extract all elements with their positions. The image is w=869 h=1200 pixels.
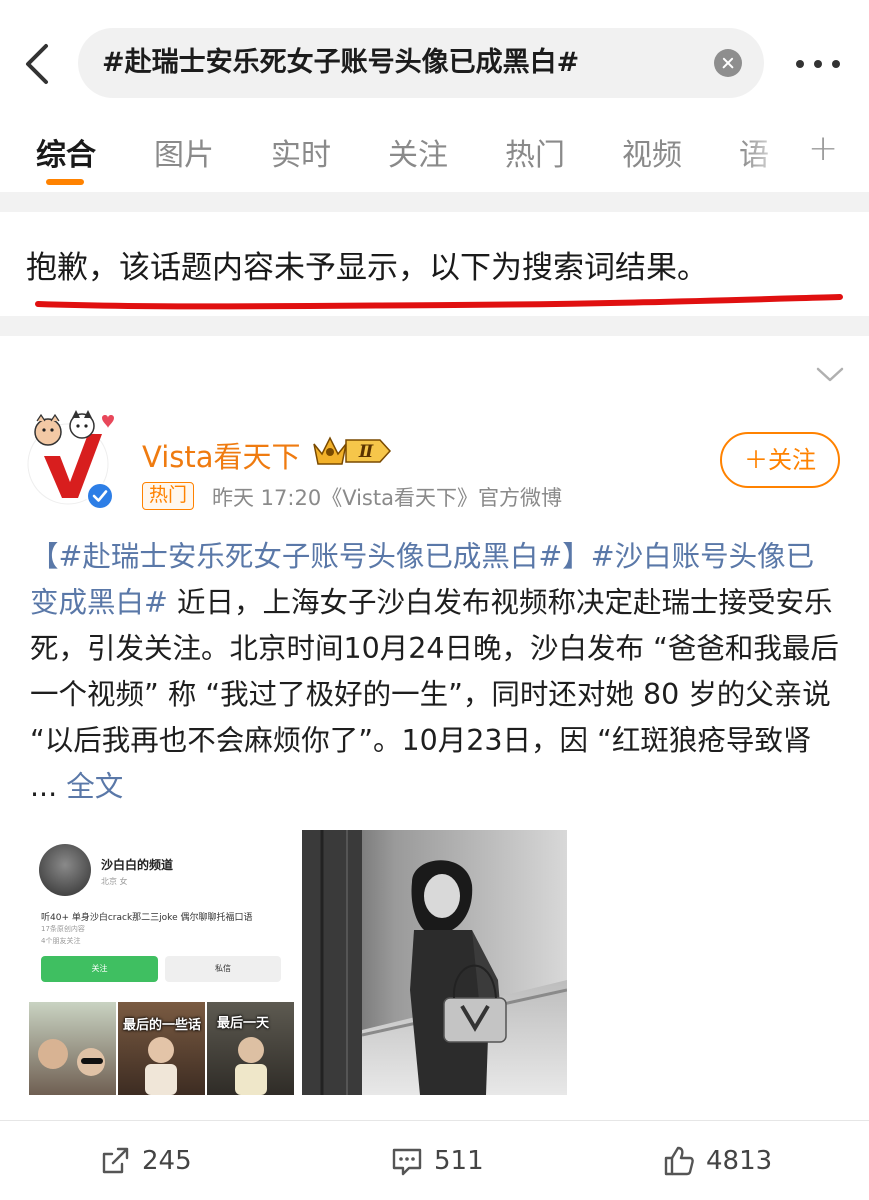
tab-realtime[interactable]: 实时 <box>271 130 331 174</box>
repost-count: 245 <box>142 1146 192 1176</box>
post-action-bar: 245 511 4813 <box>0 1120 869 1200</box>
back-arrow-icon[interactable] <box>18 40 58 88</box>
tab-comprehensive[interactable]: 综合 <box>36 130 96 174</box>
section-divider <box>0 316 869 336</box>
repost-action[interactable]: 245 <box>98 1141 192 1181</box>
tab-following[interactable]: 关注 <box>388 130 448 174</box>
more-options-icon[interactable] <box>794 52 842 76</box>
profile-location: 北京 女 <box>101 877 128 886</box>
expand-full-text-link[interactable]: 全文 <box>66 770 123 803</box>
like-action[interactable]: 4813 <box>662 1141 772 1181</box>
tab-video[interactable]: 视频 <box>622 130 682 174</box>
weibo-post: Vista看天下 Ⅱ 热门 昨天 17:20《Vista看天下》官方微博 ＋关注… <box>0 336 869 1200</box>
tab-bar: 综合 图片 实时 关注 热门 视频 语 + <box>0 120 869 192</box>
follow-button[interactable]: ＋关注 <box>720 432 840 488</box>
thumbnail-label: 最后的一些话 <box>123 1018 202 1033</box>
like-count: 4813 <box>706 1146 773 1176</box>
hot-badge: 热门 <box>142 482 195 510</box>
author-name[interactable]: Vista看天下 <box>142 434 301 476</box>
comment-count: 511 <box>434 1146 484 1176</box>
hashtag-link[interactable]: 【#赴瑞士安乐死女子账号头像已成黑白#】 <box>30 540 591 573</box>
post-image-2-bw-photo[interactable] <box>302 830 567 1095</box>
profile-message-button: 私信 <box>165 956 281 982</box>
add-tab-icon[interactable]: + <box>808 128 838 169</box>
chevron-down-icon[interactable] <box>814 364 846 384</box>
thumbs-up-icon <box>664 1146 694 1176</box>
profile-follow-button: 关注 <box>41 956 158 982</box>
search-input[interactable]: #赴瑞士安乐死女子账号头像已成黑白# <box>78 28 764 98</box>
profile-stat: 4个朋友关注 <box>41 937 81 945</box>
search-query-text: #赴瑞士安乐死女子账号头像已成黑白# <box>102 47 580 78</box>
notice-text: 抱歉，该话题内容未予显示，以下为搜索词结果。 <box>26 250 708 286</box>
profile-avatar <box>39 844 91 896</box>
red-underline-annotation <box>35 294 843 310</box>
profile-stat: 17条原创内容 <box>41 925 85 933</box>
comment-action[interactable]: 511 <box>390 1141 484 1181</box>
post-meta: 昨天 17:20《Vista看天下》官方微博 <box>212 486 562 510</box>
post-image-1[interactable]: 沙白白的频道 北京 女 听40+ 单身沙白crack那二三joke 偶尔聊聊托福… <box>29 830 294 1095</box>
post-body: 【#赴瑞士安乐死女子账号头像已成黑白#】#沙白账号头像已变成黑白# 近日，上海女… <box>30 534 842 810</box>
repost-icon <box>102 1147 129 1174</box>
verified-badge-icon <box>86 482 114 510</box>
clear-search-icon[interactable] <box>714 49 742 77</box>
profile-name: 沙白白的频道 <box>101 858 174 872</box>
section-divider <box>0 192 869 212</box>
svg-text:Ⅱ: Ⅱ <box>358 442 374 462</box>
tab-images[interactable]: 图片 <box>154 130 214 174</box>
profile-bio: 听40+ 单身沙白crack那二三joke 偶尔聊聊托福口语 <box>41 913 253 923</box>
comment-icon <box>392 1148 422 1176</box>
tab-fade-overlay <box>740 120 800 192</box>
thumbnail-label: 最后一天 <box>217 1016 270 1031</box>
active-tab-indicator <box>46 179 84 185</box>
tab-hot[interactable]: 热门 <box>505 130 565 174</box>
vip-crown-badge-icon: Ⅱ <box>313 436 392 465</box>
top-bar: #赴瑞士安乐死女子账号头像已成黑白# <box>0 0 869 120</box>
